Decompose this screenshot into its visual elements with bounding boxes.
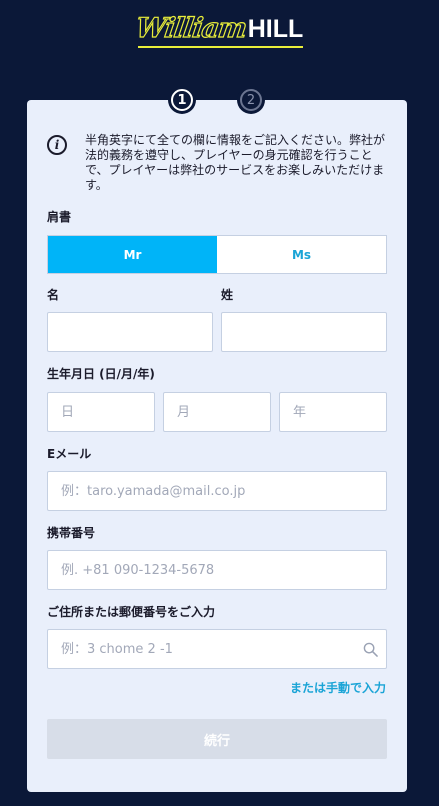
last-name-label: 姓 (221, 288, 234, 302)
step-1-number: 1 (171, 89, 193, 111)
continue-button[interactable]: 続行 (47, 719, 387, 759)
first-name-label: 名 (47, 288, 60, 302)
dob-year-input[interactable] (279, 392, 387, 432)
search-icon[interactable] (363, 642, 378, 657)
dob-month-input[interactable] (163, 392, 271, 432)
brand-logo: William HILL (0, 8, 439, 48)
phone-input[interactable] (47, 550, 387, 590)
info-notice: i 半角英字にて全ての欄に情報をご記入ください。弊社が法的義務を遵守し、プレイヤ… (47, 133, 392, 193)
info-icon: i (47, 135, 67, 155)
logo-script-text: William (133, 12, 249, 44)
logo-underline (137, 45, 304, 48)
address-label: ご住所または郵便番号をご入力 (47, 605, 216, 619)
dob-label: 生年月日 (日/月/年) (47, 367, 155, 381)
title-option-ms[interactable]: Ms (217, 236, 386, 273)
email-input[interactable] (47, 471, 387, 511)
dob-day-input[interactable] (47, 392, 155, 432)
logo-wordmark: William HILL (133, 12, 304, 48)
email-label: Eメール (47, 447, 92, 461)
title-toggle: Mr Ms (47, 235, 387, 274)
first-name-input[interactable] (47, 312, 213, 352)
logo-bold-text: HILL (247, 14, 304, 43)
manual-address-link[interactable]: または手動で入力 (290, 679, 386, 696)
title-label: 肩書 (47, 210, 72, 224)
phone-label: 携帯番号 (47, 526, 96, 540)
info-text: 半角英字にて全ての欄に情報をご記入ください。弊社が法的義務を遵守し、プレイヤーの… (85, 133, 386, 192)
progress-stepper: 1 2 (168, 86, 268, 116)
step-2: 2 (237, 86, 265, 114)
step-2-number: 2 (240, 89, 262, 111)
step-1: 1 (168, 86, 196, 114)
address-search-input[interactable] (47, 629, 387, 669)
last-name-input[interactable] (221, 312, 387, 352)
title-option-mr[interactable]: Mr (48, 236, 217, 273)
